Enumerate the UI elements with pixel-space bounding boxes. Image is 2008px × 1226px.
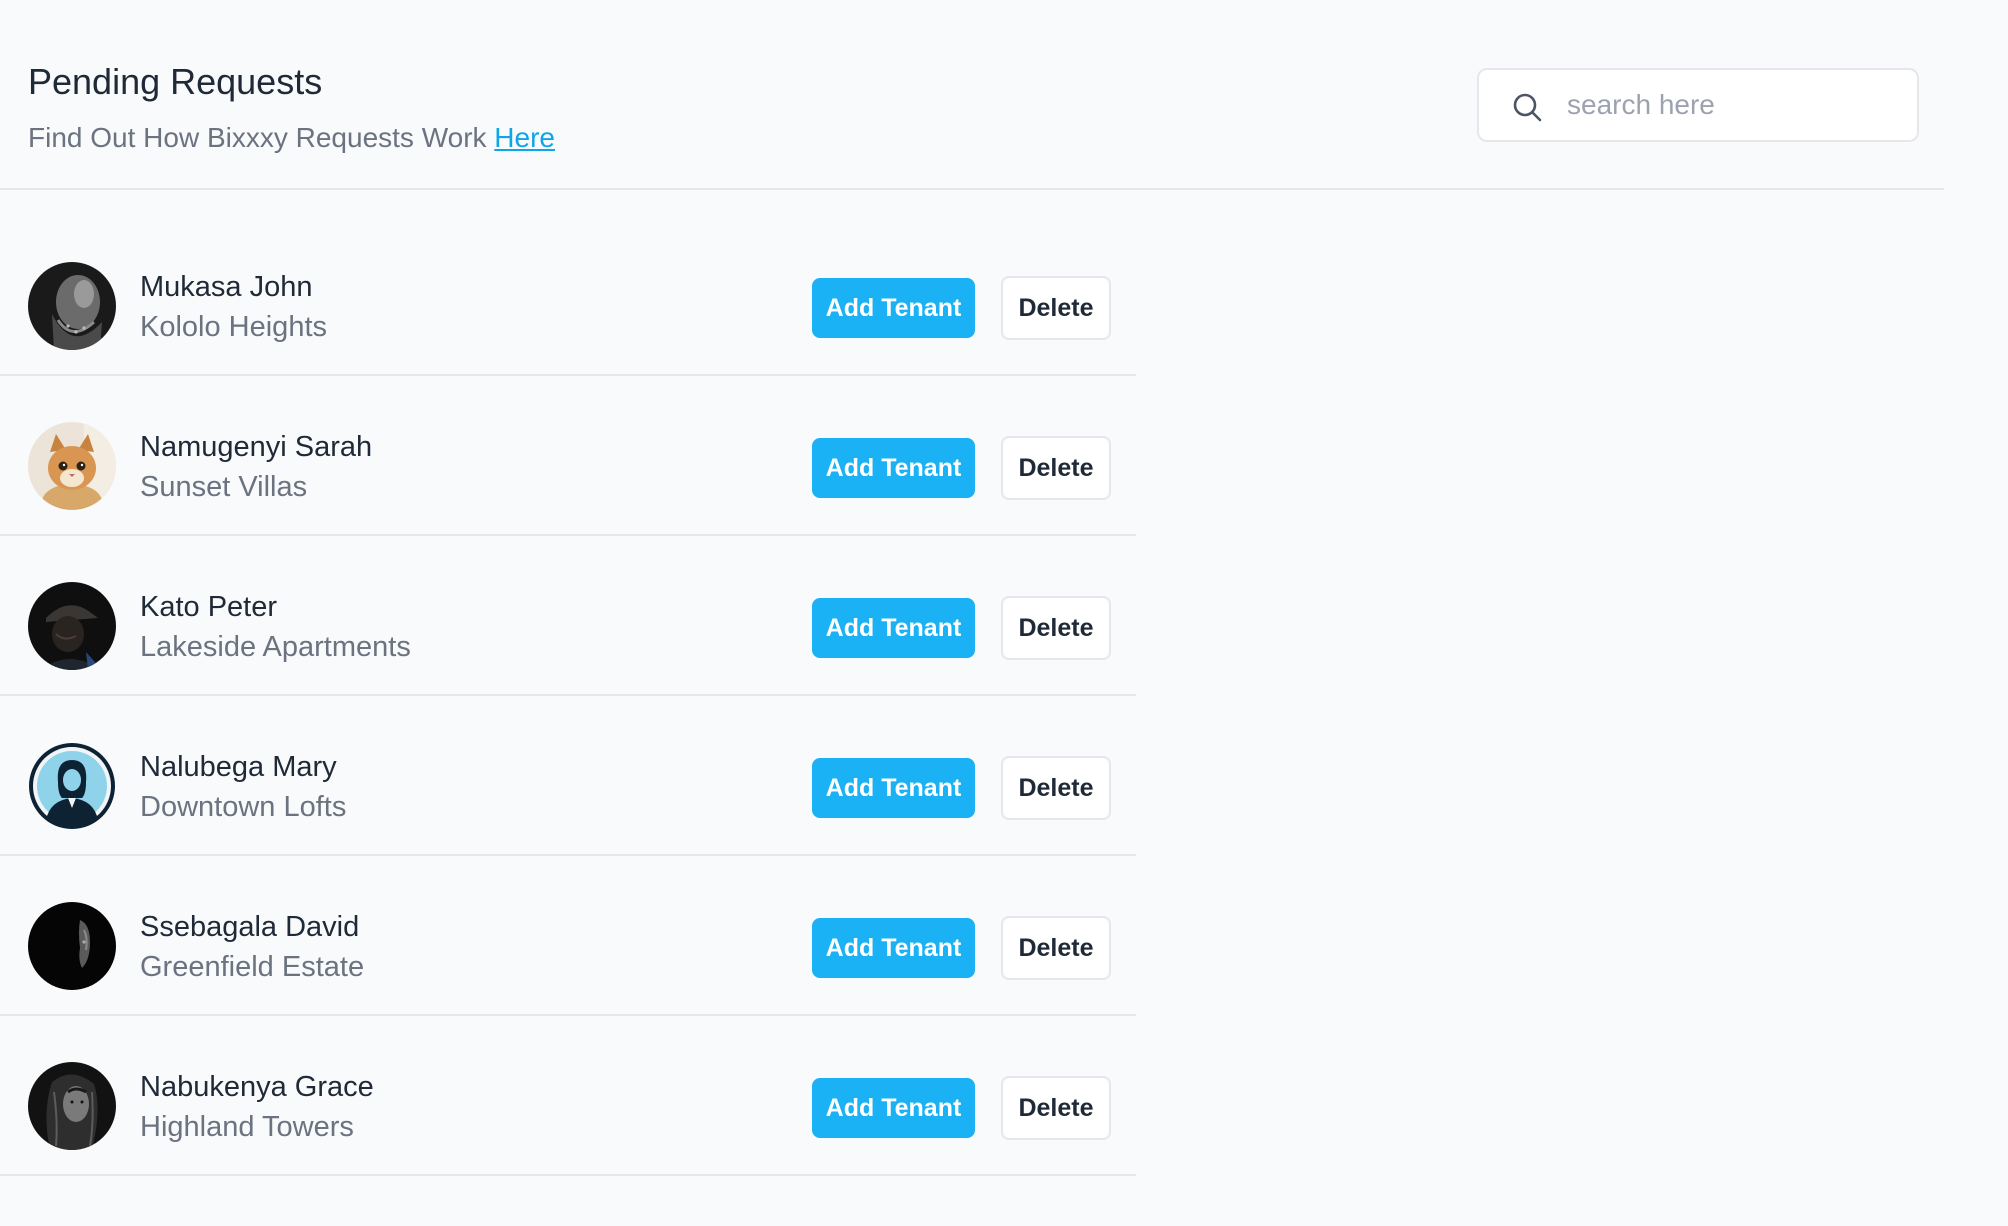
page-header: Pending Requests Find Out How Bixxxy Req… <box>0 0 1944 190</box>
man-in-cap-photo <box>28 582 116 670</box>
tenant-property: Highland Towers <box>140 1111 354 1143</box>
page-title: Pending Requests <box>28 61 323 102</box>
add-tenant-button[interactable]: Add Tenant <box>812 758 975 818</box>
avatar <box>28 582 116 670</box>
add-tenant-button[interactable]: Add Tenant <box>812 278 975 338</box>
woman-portrait-photo <box>28 1062 116 1150</box>
avatar <box>28 742 116 830</box>
tenant-name: Nabukenya Grace <box>140 1071 374 1103</box>
tenant-name: Kato Peter <box>140 591 278 623</box>
dark-profile-photo <box>28 902 116 990</box>
add-tenant-button[interactable]: Add Tenant <box>812 598 975 658</box>
delete-button[interactable]: Delete <box>1001 596 1111 660</box>
request-row: Namugenyi Sarah Sunset Villas Add Tenant… <box>0 376 1136 536</box>
add-tenant-button[interactable]: Add Tenant <box>812 918 975 978</box>
request-row: Nabukenya Grace Highland Towers Add Tena… <box>0 1016 1136 1176</box>
request-list: Mukasa John Kololo Heights Add Tenant De… <box>0 216 1136 1176</box>
search-box[interactable] <box>1477 68 1919 142</box>
tenant-property: Kololo Heights <box>140 311 327 343</box>
page-subtitle: Find Out How Bixxxy Requests Work Here <box>28 120 555 156</box>
search-icon <box>1513 93 1542 122</box>
avatar <box>28 1062 116 1150</box>
tenant-property: Sunset Villas <box>140 471 308 503</box>
help-link[interactable]: Here <box>494 122 555 153</box>
search-input[interactable] <box>1567 82 1897 128</box>
delete-button[interactable]: Delete <box>1001 756 1111 820</box>
bearded-man-photo <box>28 262 116 350</box>
tenant-property: Downtown Lofts <box>140 791 347 823</box>
request-row: Kato Peter Lakeside Apartments Add Tenan… <box>0 536 1136 696</box>
kitten-photo <box>28 422 116 510</box>
female-silhouette-icon <box>29 743 115 829</box>
request-row: Mukasa John Kololo Heights Add Tenant De… <box>0 216 1136 376</box>
add-tenant-button[interactable]: Add Tenant <box>812 1078 975 1138</box>
avatar <box>28 422 116 510</box>
delete-button[interactable]: Delete <box>1001 276 1111 340</box>
subtitle-text: Find Out How Bixxxy Requests Work <box>28 122 495 153</box>
add-tenant-button[interactable]: Add Tenant <box>812 438 975 498</box>
delete-button[interactable]: Delete <box>1001 436 1111 500</box>
avatar <box>28 902 116 990</box>
tenant-name: Nalubega Mary <box>140 751 337 783</box>
request-row: Nalubega Mary Downtown Lofts Add Tenant … <box>0 696 1136 856</box>
tenant-property: Greenfield Estate <box>140 951 365 983</box>
tenant-property: Lakeside Apartments <box>140 631 411 663</box>
tenant-name: Namugenyi Sarah <box>140 431 373 463</box>
request-row: Ssebagala David Greenfield Estate Add Te… <box>0 856 1136 1016</box>
delete-button[interactable]: Delete <box>1001 1076 1111 1140</box>
tenant-name: Ssebagala David <box>140 911 360 943</box>
tenant-name: Mukasa John <box>140 271 313 303</box>
delete-button[interactable]: Delete <box>1001 916 1111 980</box>
avatar <box>28 262 116 350</box>
